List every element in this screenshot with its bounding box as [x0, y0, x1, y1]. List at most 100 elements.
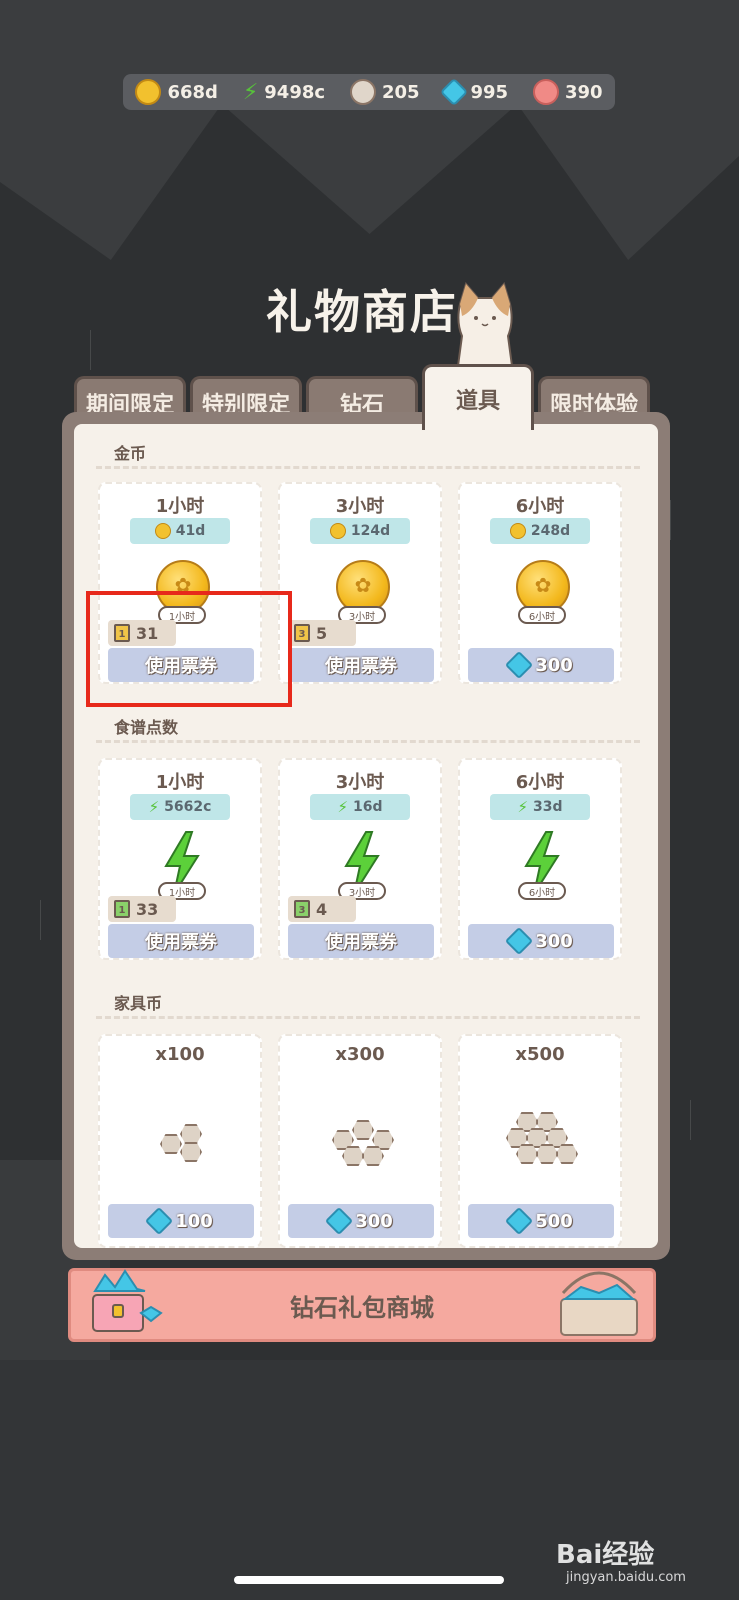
gold-coin-icon	[154, 523, 171, 539]
card-title: x100	[155, 1044, 205, 1065]
annotation-highlight-box	[86, 591, 292, 707]
use-ticket-button[interactable]: 使用票券	[288, 648, 434, 682]
diamond-basket-icon	[560, 1271, 638, 1336]
use-ticket-button[interactable]: 使用票券	[288, 924, 434, 958]
baidu-watermark-url: jingyan.baidu.com	[566, 1570, 686, 1585]
shop-panel: 金币 1小时 41d ✿ 1小时 1 31 使用票券 3小时 124d ✿ 3小时…	[74, 424, 658, 1248]
item-card-gold-6h[interactable]: 6小时 248d ✿ 6小时 300	[458, 482, 622, 684]
duration-tag: 6小时	[518, 606, 566, 624]
lightning-icon: ⚡	[517, 798, 529, 816]
page-title: 礼物商店	[266, 285, 458, 339]
amount-pill: 248d	[490, 518, 590, 544]
amount-value: 41d	[175, 523, 206, 539]
rain-streak	[690, 1100, 691, 1140]
currency-value: 205	[381, 81, 420, 103]
currency-value: 390	[564, 81, 603, 103]
ticket-icon: 3	[294, 624, 310, 642]
section-title-furniture: 家具币	[114, 994, 163, 1013]
currency-value: 995	[470, 81, 509, 103]
lightning-icon: ⚡	[337, 798, 349, 816]
item-card-furniture-100[interactable]: x100 100	[98, 1034, 262, 1248]
gold-coin-icon	[135, 79, 162, 105]
hex-piece	[180, 1124, 202, 1144]
price-value: 300	[535, 654, 573, 676]
item-card-recipe-6h[interactable]: 6小时 ⚡ 33d 6小时 300	[458, 758, 622, 960]
background-tree	[0, 0, 739, 260]
ticket-icon: 3	[294, 900, 310, 918]
lightning-icon: ⚡	[242, 79, 259, 105]
diamond-icon	[505, 1206, 534, 1236]
currency-gold[interactable]: 668d	[135, 79, 218, 105]
currency-bar: 668d ⚡ 9498c 205 995 390	[123, 74, 615, 110]
buy-with-diamond-button[interactable]: 300	[468, 648, 614, 682]
diamond-icon	[505, 926, 534, 956]
amount-pill: ⚡ 5662c	[130, 794, 230, 820]
rain-streak	[90, 330, 91, 370]
price-value: 300	[535, 930, 573, 952]
currency-recipe[interactable]: ⚡ 9498c	[243, 80, 325, 105]
ticket-badge: 35	[288, 620, 356, 646]
hex-piece	[180, 1142, 202, 1162]
ticket-count: 4	[316, 899, 328, 919]
section-divider	[96, 1016, 640, 1019]
lightning-icon: ⚡	[148, 798, 160, 816]
card-title: 3小时	[335, 772, 385, 793]
rain-streak	[40, 900, 41, 940]
diamond-icon	[145, 1206, 174, 1236]
amount-value: 248d	[530, 523, 571, 539]
price-value: 100	[175, 1210, 213, 1232]
amount-pill: ⚡ 33d	[490, 794, 590, 820]
hex-piece	[160, 1134, 182, 1154]
item-card-gold-3h[interactable]: 3小时 124d ✿ 3小时 35 使用票券	[278, 482, 442, 684]
section-title-recipe: 食谱点数	[114, 718, 179, 737]
hex-piece	[352, 1120, 374, 1140]
item-card-furniture-300[interactable]: x300 300	[278, 1034, 442, 1248]
buy-with-diamond-button[interactable]: 300	[468, 924, 614, 958]
home-indicator[interactable]	[234, 1576, 504, 1584]
currency-shell[interactable]: 390	[532, 79, 603, 105]
item-card-recipe-3h[interactable]: 3小时 ⚡ 16d 3小时 34 使用票券	[278, 758, 442, 960]
section-divider	[96, 466, 640, 469]
card-title: 3小时	[335, 496, 385, 517]
duration-tag: 6小时	[518, 882, 566, 900]
furniture-coin-icon	[158, 1122, 208, 1162]
price-value: 500	[535, 1210, 573, 1232]
currency-diamond[interactable]: 995	[440, 77, 509, 107]
buy-with-diamond-button[interactable]: 100	[108, 1204, 254, 1238]
rain-streak	[670, 500, 671, 540]
item-card-furniture-500[interactable]: x500 500	[458, 1034, 622, 1248]
currency-furniture[interactable]: 205	[349, 79, 420, 105]
card-title: 1小时	[155, 772, 205, 793]
ticket-icon: 1	[114, 900, 130, 918]
diamond-icon	[325, 1206, 354, 1236]
furniture-coin-icon	[349, 79, 376, 105]
card-title: 6小时	[515, 496, 565, 517]
cat-mascot-icon	[456, 282, 514, 367]
ticket-count: 33	[136, 899, 159, 919]
ticket-count: 5	[316, 623, 328, 643]
amount-value: 124d	[350, 523, 391, 539]
gold-coin-icon	[509, 523, 526, 539]
section-divider	[96, 740, 640, 743]
item-card-recipe-1h[interactable]: 1小时 ⚡ 5662c 1小时 1 33 使用票券	[98, 758, 262, 960]
amount-pill: 41d	[130, 518, 230, 544]
use-ticket-button[interactable]: 使用票券	[108, 924, 254, 958]
section-title-gold: 金币	[114, 444, 147, 463]
tab-items[interactable]: 道具	[422, 364, 534, 430]
card-title: x500	[515, 1044, 565, 1065]
currency-value: 668d	[167, 81, 218, 103]
buy-with-diamond-button[interactable]: 300	[288, 1204, 434, 1238]
gold-coin-icon	[329, 523, 346, 539]
paw-icon: ✿	[354, 573, 372, 597]
diamond-pack-shop-banner[interactable]: 钻石礼包商城	[68, 1268, 656, 1342]
amount-pill: ⚡ 16d	[310, 794, 410, 820]
diamond-icon	[505, 650, 534, 680]
amount-value: 16d	[353, 799, 383, 815]
card-title: 6小时	[515, 772, 565, 793]
buy-with-diamond-button[interactable]: 500	[468, 1204, 614, 1238]
ticket-badge: 34	[288, 896, 356, 922]
furniture-coin-icon	[502, 1108, 582, 1178]
diamond-icon	[440, 77, 469, 107]
card-title: 1小时	[155, 496, 205, 517]
ticket-badge: 1 33	[108, 896, 176, 922]
